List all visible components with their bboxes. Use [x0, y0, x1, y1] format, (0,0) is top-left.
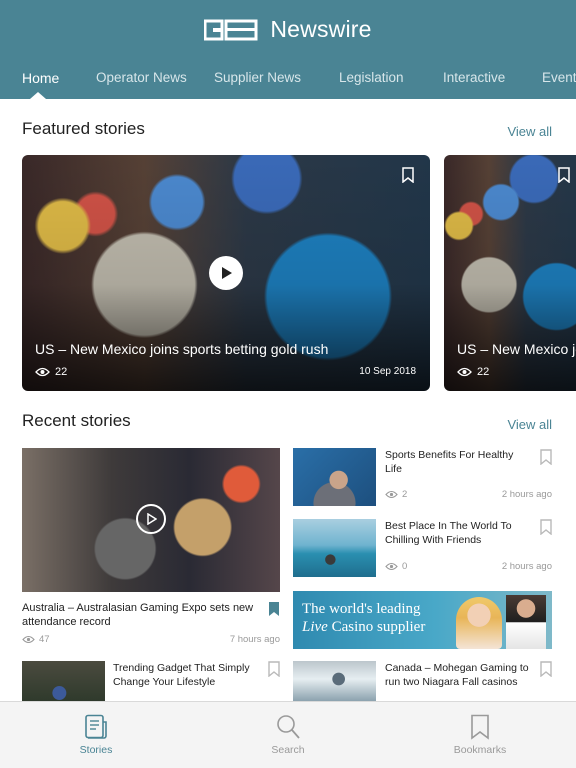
views-value: 2 — [402, 489, 408, 500]
featured-view-all-link[interactable]: View all — [507, 124, 552, 139]
bookmark-icon[interactable] — [402, 167, 414, 183]
bookmark-icon — [471, 714, 489, 740]
nav-supplier-news[interactable]: Supplier News — [214, 70, 301, 85]
featured-card[interactable]: US – New Mexico joins sports betting gol… — [22, 155, 430, 391]
bookmark-icon[interactable] — [540, 519, 552, 535]
story-time: 2 hours ago — [501, 561, 552, 572]
bookmark-icon[interactable] — [540, 661, 552, 677]
eye-icon — [385, 490, 398, 499]
category-nav: Home Operator News Supplier News Legisla… — [0, 70, 576, 99]
views-value: 22 — [55, 366, 68, 378]
stories-icon — [85, 714, 107, 739]
gb-logo — [204, 19, 258, 40]
story-thumbnail[interactable] — [293, 661, 376, 701]
story-time: 2 hours ago — [501, 489, 552, 500]
tab-label: Bookmarks — [453, 744, 507, 756]
eye-icon — [457, 367, 472, 377]
ad-subline: Live Casino supplier — [302, 619, 425, 636]
story-title[interactable]: Trending Gadget That Simply Change Your … — [113, 661, 263, 689]
app-header: Newswire Home Operator News Supplier New… — [0, 0, 576, 99]
casino-ad-banner[interactable]: The world's leading Live Casino supplier — [293, 591, 552, 649]
views-count: 0 — [385, 561, 407, 572]
featured-card-title: US – New Mexico joins sports betting gol… — [35, 341, 329, 357]
story-title[interactable]: Sports Benefits For Healthy Life — [385, 448, 525, 476]
nav-operator-news[interactable]: Operator News — [96, 70, 187, 85]
eye-icon — [35, 367, 50, 377]
nav-interactive[interactable]: Interactive — [443, 70, 505, 85]
play-icon — [147, 513, 157, 525]
featured-title: Featured stories — [22, 119, 145, 138]
story-time: 7 hours ago — [229, 634, 280, 645]
eye-icon — [22, 635, 35, 644]
tab-label: Search — [271, 744, 305, 756]
active-nav-indicator — [30, 92, 46, 99]
story-title[interactable]: Canada – Mohegan Gaming to run two Niaga… — [385, 661, 535, 689]
ad-host-image — [456, 597, 502, 649]
ad-subline-rest: Casino supplier — [327, 619, 426, 635]
play-video-button[interactable] — [209, 256, 243, 290]
bottom-tab-bar: Stories Search Bookmarks — [0, 701, 576, 768]
eye-icon — [385, 562, 398, 571]
nav-event[interactable]: Event — [542, 70, 576, 85]
brand-name: Newswire — [270, 16, 372, 42]
tab-bookmarks[interactable]: Bookmarks — [384, 702, 576, 768]
views-value: 22 — [477, 366, 490, 378]
ad-live-word: Live — [302, 619, 328, 635]
nav-home[interactable]: Home — [22, 70, 59, 86]
tab-label: Stories — [79, 744, 113, 756]
play-icon — [222, 267, 232, 279]
tab-stories[interactable]: Stories — [0, 702, 192, 768]
story-thumbnail[interactable] — [22, 448, 280, 592]
ad-dealer-image — [506, 595, 546, 649]
views-value: 0 — [402, 561, 408, 572]
featured-card[interactable]: US – New Mexico jo 22 — [444, 155, 576, 391]
bookmark-icon[interactable] — [558, 167, 570, 183]
bookmark-icon[interactable] — [540, 449, 552, 465]
views-count: 2 — [385, 489, 407, 500]
recent-view-all-link[interactable]: View all — [507, 417, 552, 432]
recent-title: Recent stories — [22, 411, 131, 430]
tab-search[interactable]: Search — [192, 702, 384, 768]
story-thumbnail[interactable] — [22, 661, 105, 701]
bookmark-filled-icon[interactable] — [268, 601, 280, 617]
play-video-button[interactable] — [136, 504, 166, 534]
views-count: 47 — [22, 634, 50, 645]
ad-headline: The world's leading — [302, 601, 421, 617]
story-thumbnail[interactable] — [293, 448, 376, 506]
search-icon — [277, 715, 300, 739]
featured-card-title: US – New Mexico jo — [457, 341, 576, 357]
brand[interactable]: Newswire — [0, 16, 576, 50]
story-thumbnail[interactable] — [293, 519, 376, 577]
nav-legislation[interactable]: Legislation — [339, 70, 404, 85]
story-title[interactable]: Australia – Australasian Gaming Expo set… — [22, 601, 257, 629]
bookmark-icon[interactable] — [268, 661, 280, 677]
views-count: 22 — [457, 366, 489, 378]
views-value: 47 — [39, 634, 50, 645]
story-title[interactable]: Best Place In The World To Chilling With… — [385, 519, 525, 547]
views-count: 22 — [35, 366, 67, 378]
featured-card-date: 10 Sep 2018 — [359, 366, 416, 377]
